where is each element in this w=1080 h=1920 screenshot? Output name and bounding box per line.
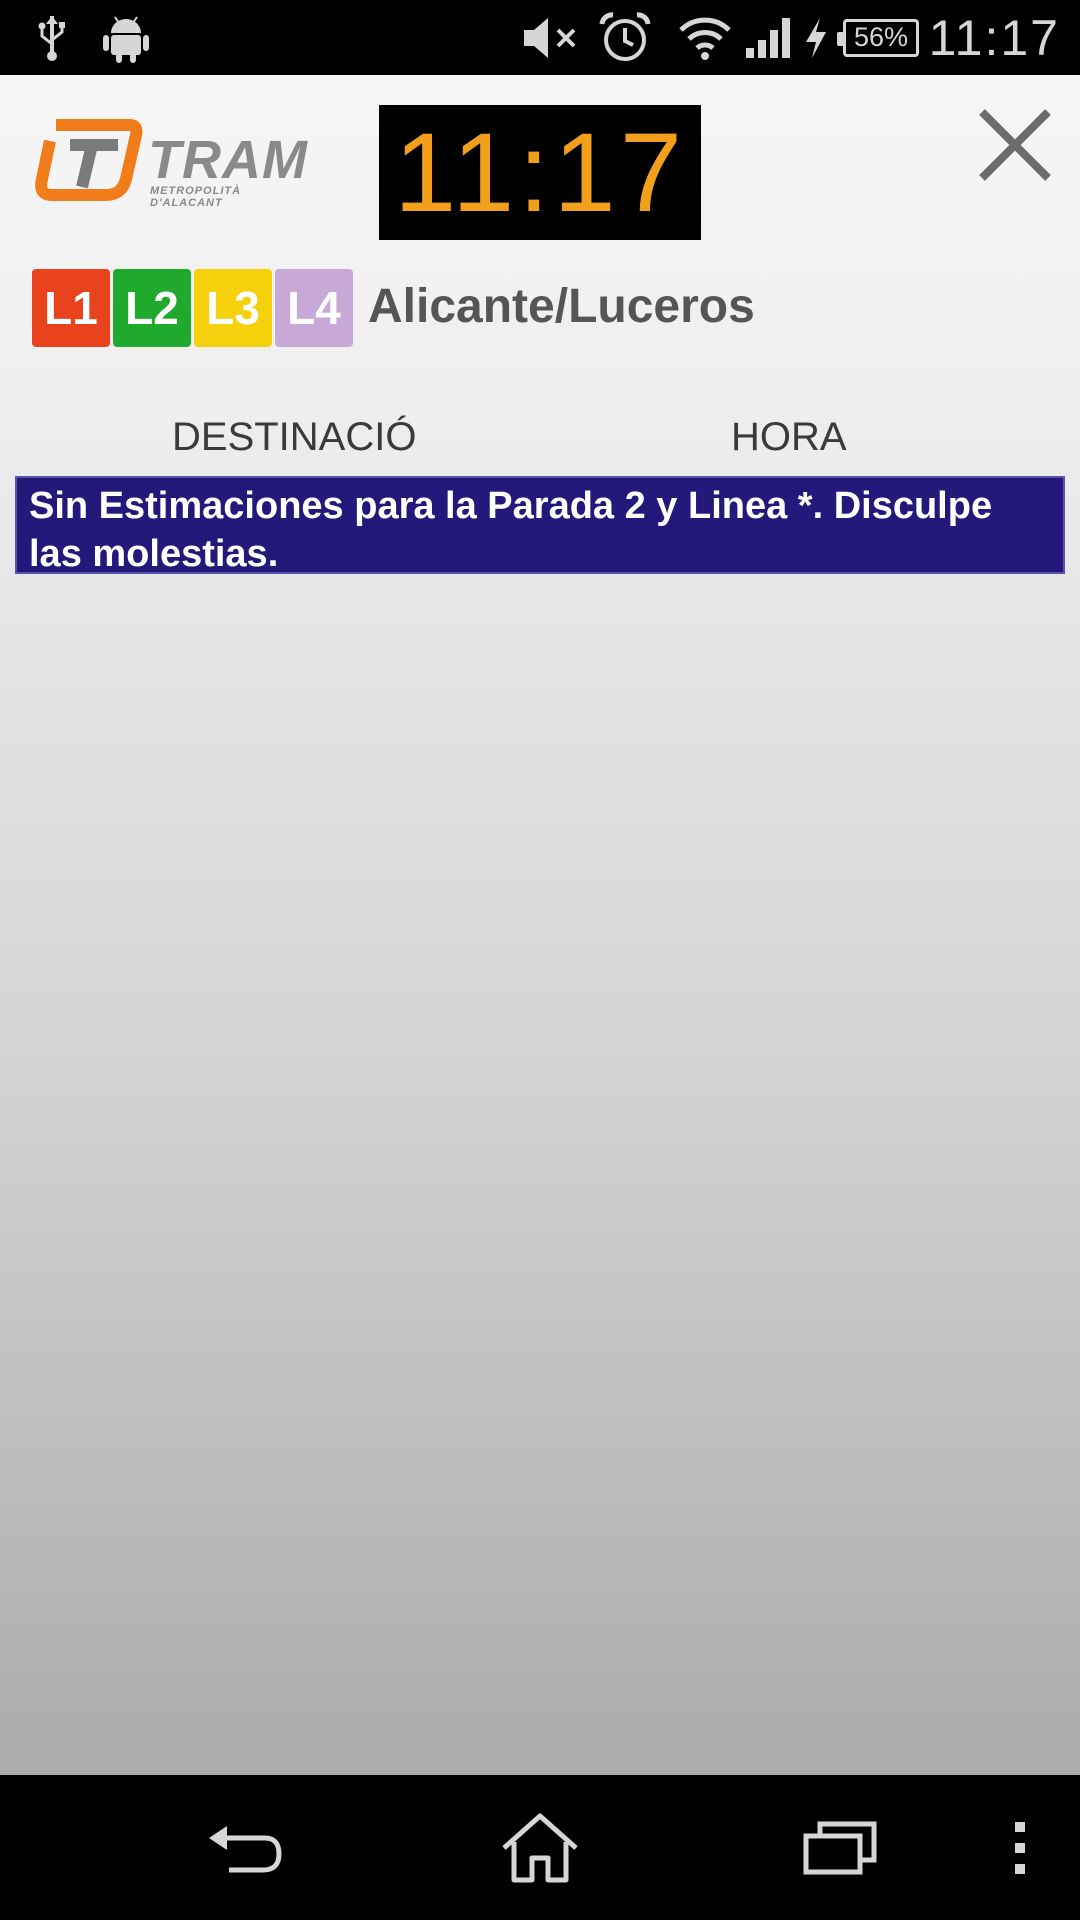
status-time: 11:17	[928, 10, 1060, 66]
line-badge-l2: L2	[113, 269, 191, 347]
signal-icon	[742, 10, 794, 65]
alarm-icon	[596, 10, 654, 65]
column-header-time: HORA	[731, 415, 847, 459]
navigation-bar	[0, 1775, 1080, 1920]
status-bar: 56% 11:17	[0, 0, 1080, 75]
home-button[interactable]	[490, 1805, 590, 1890]
android-icon	[100, 10, 152, 65]
column-header-destination: DESTINACIÓ	[172, 415, 417, 459]
battery-level: 56%	[837, 18, 919, 57]
app-screen: TRAM METROPOLITÀ D'ALACANT 11:17 L1 L2 L…	[0, 75, 1080, 1775]
back-icon	[209, 1825, 282, 1872]
recent-apps-button[interactable]	[790, 1805, 890, 1890]
line-badge-l4: L4	[275, 269, 353, 347]
digital-clock: 11:17	[379, 105, 701, 240]
battery-icon: 56%	[837, 10, 924, 65]
more-vertical-icon	[1015, 1821, 1025, 1874]
home-icon	[502, 1813, 578, 1882]
mute-icon	[520, 10, 582, 65]
wifi-icon	[676, 10, 734, 65]
stop-name: Alicante/Luceros	[368, 280, 755, 333]
logo-text: TRAM	[148, 130, 308, 190]
tram-logo: TRAM METROPOLITÀ D'ALACANT	[34, 115, 314, 209]
no-estimates-message: Sin Estimaciones para la Parada 2 y Line…	[15, 476, 1065, 575]
tram-logo-icon	[35, 119, 143, 201]
recent-apps-icon	[803, 1821, 877, 1874]
logo-subtitle: METROPOLITÀ D'ALACANT	[150, 185, 242, 209]
charging-icon	[802, 10, 830, 65]
line-badges: L1 L2 L3 L4	[32, 269, 353, 347]
usb-icon	[30, 10, 74, 65]
line-badge-l3: L3	[194, 269, 272, 347]
close-button[interactable]	[970, 100, 1060, 190]
back-button[interactable]	[195, 1805, 295, 1890]
close-icon	[979, 109, 1051, 181]
line-badge-l1: L1	[32, 269, 110, 347]
overflow-menu-button[interactable]	[1000, 1805, 1040, 1890]
